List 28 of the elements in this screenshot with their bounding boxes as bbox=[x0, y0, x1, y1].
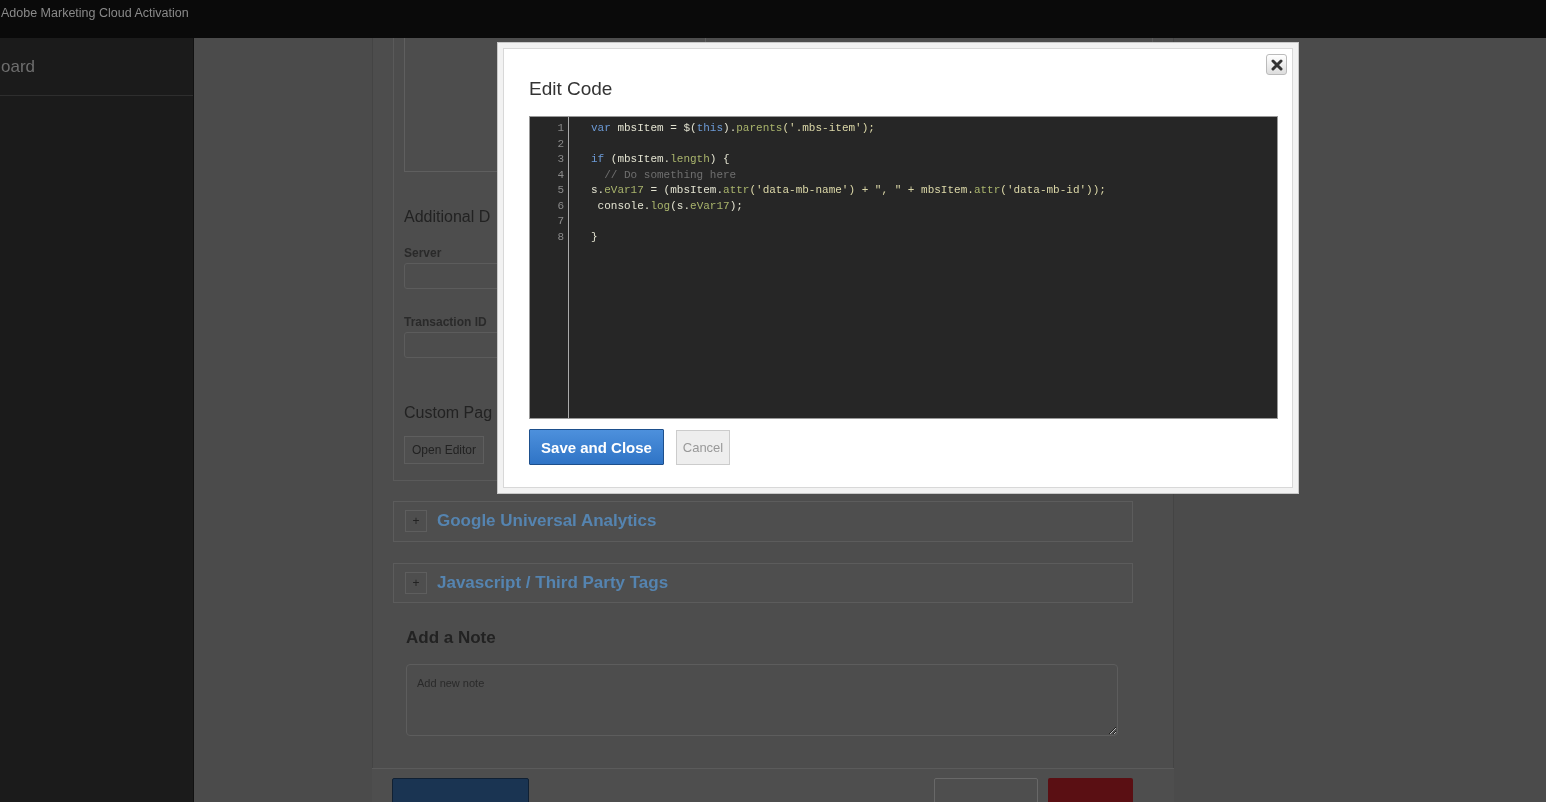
code-line: // Do something here bbox=[603, 168, 737, 181]
accordion-header[interactable]: + Google Universal Analytics bbox=[393, 501, 1133, 542]
line-number: 7 bbox=[556, 214, 565, 229]
line-number: 5 bbox=[556, 183, 565, 198]
code-line: } bbox=[591, 230, 598, 243]
line-number: 4 bbox=[556, 167, 565, 183]
line-number: 3 bbox=[556, 152, 565, 167]
line-number: 8 bbox=[556, 229, 565, 245]
sidebar-item[interactable]: oard bbox=[0, 38, 193, 96]
line-number: 6 bbox=[556, 198, 565, 214]
code-line: console.log(s.eVar17); bbox=[596, 199, 743, 212]
section-title: Javascript / Third Party Tags bbox=[437, 573, 669, 594]
code-line: s.eVar17 = (mbsItem.attr('data-mb-name') + ", " + mbsItem.attr('data-mb-id')); bbox=[591, 184, 1106, 196]
close-icon bbox=[1270, 58, 1283, 71]
dialog-title: Edit Code bbox=[529, 78, 613, 100]
app-title: Adobe Marketing Cloud Activation bbox=[1, 6, 189, 20]
line-number: 2 bbox=[556, 136, 565, 152]
close-button[interactable] bbox=[1266, 54, 1287, 75]
section-title: Google Universal Analytics bbox=[437, 511, 657, 532]
accordion-header[interactable]: + Javascript / Third Party Tags bbox=[393, 562, 1133, 604]
code-editor[interactable] bbox=[529, 116, 1278, 419]
cancel-button[interactable]: Cancel bbox=[676, 429, 730, 465]
code-line: if (mbsItem.length) { bbox=[591, 153, 730, 165]
code-line: var mbsItem = $(this).parents('.mbs-item'); bbox=[591, 122, 875, 134]
save-and-close-button[interactable]: Save and Close bbox=[529, 429, 664, 465]
line-number: 1 bbox=[556, 121, 565, 136]
expand-button[interactable]: + bbox=[405, 510, 427, 533]
expand-button[interactable]: + bbox=[405, 572, 427, 595]
